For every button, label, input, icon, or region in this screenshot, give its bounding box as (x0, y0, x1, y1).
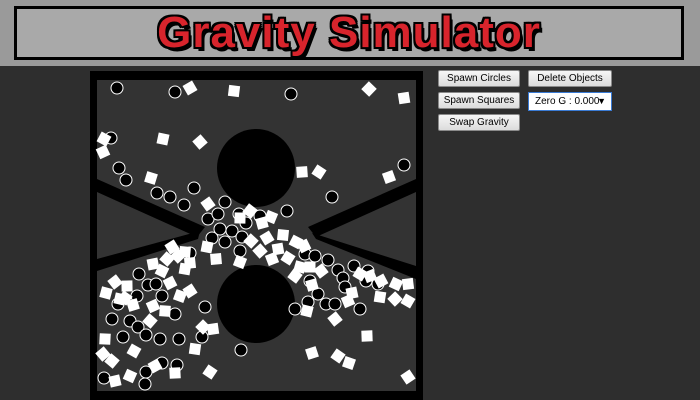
circle-body (177, 198, 191, 212)
circle-body (97, 371, 111, 385)
circle-body (218, 235, 232, 249)
circle-body (233, 244, 247, 258)
square-body (304, 261, 316, 273)
square-body (227, 84, 241, 98)
circle-body (198, 300, 212, 314)
circle-body (132, 267, 146, 281)
square-body (210, 253, 222, 265)
circle-body (353, 302, 367, 316)
square-body (156, 132, 170, 146)
page-title: Gravity Simulator (157, 8, 541, 57)
circle-body (280, 204, 294, 218)
header-banner: Gravity Simulator (0, 0, 700, 66)
circle-body (155, 289, 169, 303)
square-body (296, 166, 308, 178)
circle-body (139, 328, 153, 342)
circle-body (105, 312, 119, 326)
spawn-squares-button[interactable]: Spawn Squares (438, 92, 520, 109)
circle-body (321, 253, 335, 267)
top-obstacle (217, 129, 295, 207)
circle-body (110, 81, 124, 95)
circle-body (112, 161, 126, 175)
circle-body (116, 330, 130, 344)
circle-body (138, 377, 152, 391)
square-body (397, 91, 411, 105)
circle-body (211, 207, 225, 221)
circle-body (172, 332, 186, 346)
square-body (276, 228, 290, 242)
circle-body (149, 277, 163, 291)
square-body (206, 322, 220, 336)
square-body (183, 256, 197, 270)
circle-body (187, 181, 201, 195)
gravity-mode-value: Zero G : 0.000 (535, 96, 600, 107)
circle-body (150, 186, 164, 200)
square-body (121, 280, 133, 292)
circle-body (163, 190, 177, 204)
square-body (373, 290, 387, 304)
square-body (188, 342, 202, 356)
square-body (169, 367, 181, 379)
square-body (361, 330, 373, 342)
circle-body (328, 297, 342, 311)
square-body (99, 333, 111, 345)
square-body (401, 277, 415, 291)
circle-body (119, 173, 133, 187)
swap-gravity-button[interactable]: Swap Gravity (438, 114, 520, 131)
arena-floor (97, 80, 416, 391)
square-body (159, 305, 171, 317)
bottom-obstacle (217, 265, 295, 343)
gravity-mode-select[interactable]: Zero G : 0.000 ▼ (528, 92, 612, 111)
circle-body (218, 195, 232, 209)
circle-body (168, 85, 182, 99)
simulation-canvas[interactable] (90, 71, 423, 400)
chevron-down-icon: ▼ (597, 96, 606, 106)
circle-body (397, 158, 411, 172)
square-body (200, 240, 214, 254)
delete-objects-button[interactable]: Delete Objects (528, 70, 612, 87)
circle-body (284, 87, 298, 101)
square-body (234, 212, 246, 224)
circle-body (288, 302, 302, 316)
circle-body (234, 343, 248, 357)
circle-body (153, 332, 167, 346)
circle-body (168, 307, 182, 321)
title-frame: Gravity Simulator (14, 6, 684, 60)
circle-body (308, 249, 322, 263)
circle-body (325, 190, 339, 204)
spawn-circles-button[interactable]: Spawn Circles (438, 70, 520, 87)
